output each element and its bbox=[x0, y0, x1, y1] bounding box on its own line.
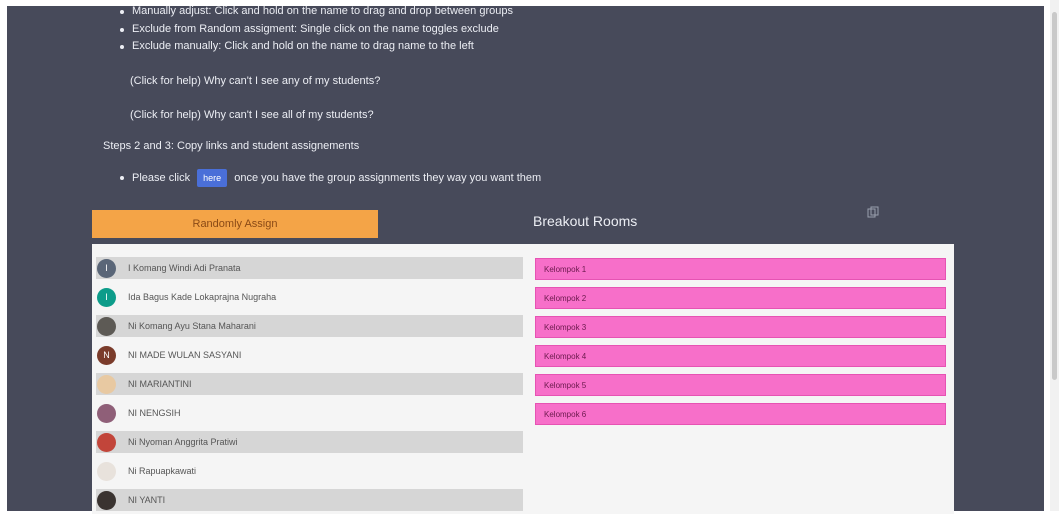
student-name: NI YANTI bbox=[128, 495, 166, 505]
instructions-list: Manually adjust: Click and hold on the n… bbox=[118, 3, 513, 56]
steps-heading: Steps 2 and 3: Copy links and student as… bbox=[103, 140, 360, 152]
student-row[interactable]: Ni Rapuapkawati bbox=[96, 460, 523, 482]
avatar: I bbox=[97, 258, 116, 278]
group-item-4[interactable]: Kelompok 4 bbox=[535, 345, 946, 367]
group-item-2[interactable]: Kelompok 2 bbox=[535, 287, 946, 309]
click-suffix: once you have the group assignments they… bbox=[234, 172, 542, 184]
group-item-1[interactable]: Kelompok 1 bbox=[535, 258, 946, 280]
student-name: Ni Nyoman Anggrita Pratiwi bbox=[128, 437, 238, 447]
student-row[interactable]: NI NENGSIH bbox=[96, 402, 523, 424]
breakout-rooms-title: Breakout Rooms bbox=[533, 213, 638, 229]
help-link-all-students[interactable]: (Click for help) Why can't I see all of … bbox=[130, 109, 374, 121]
instruction-manual-adjust: Manually adjust: Click and hold on the n… bbox=[118, 3, 513, 21]
click-prefix: Please click bbox=[132, 172, 191, 184]
student-name: Ida Bagus Kade Lokaprajna Nugraha bbox=[128, 292, 277, 302]
avatar: N bbox=[97, 345, 116, 365]
student-row[interactable]: I Ida Bagus Kade Lokaprajna Nugraha bbox=[96, 286, 523, 308]
student-row[interactable]: NI YANTI bbox=[96, 489, 523, 511]
copy-instruction-line: Please click here once you have the grou… bbox=[118, 168, 541, 188]
help-link-any-students[interactable]: (Click for help) Why can't I see any of … bbox=[130, 75, 380, 87]
avatar-photo bbox=[97, 432, 116, 452]
group-item-5[interactable]: Kelompok 5 bbox=[535, 374, 946, 396]
student-name: NI MARIANTINI bbox=[128, 379, 192, 389]
student-name: NI NENGSIH bbox=[128, 408, 181, 418]
student-row[interactable]: Ni Komang Ayu Stana Maharani bbox=[96, 315, 523, 337]
copy-icon[interactable] bbox=[867, 205, 879, 223]
avatar-photo bbox=[97, 490, 116, 510]
randomly-assign-button[interactable]: Randomly Assign bbox=[92, 210, 378, 238]
avatar-photo bbox=[97, 374, 116, 394]
avatar-photo bbox=[97, 316, 116, 336]
student-row[interactable]: I I Komang Windi Adi Pranata bbox=[96, 257, 523, 279]
student-row[interactable]: Ni Nyoman Anggrita Pratiwi bbox=[96, 431, 523, 453]
student-name: NI MADE WULAN SASYANI bbox=[128, 350, 242, 360]
group-item-6[interactable]: Kelompok 6 bbox=[535, 403, 946, 425]
group-item-3[interactable]: Kelompok 3 bbox=[535, 316, 946, 338]
here-button[interactable]: here bbox=[197, 169, 228, 188]
instruction-exclude-manual: Exclude manually: Click and hold on the … bbox=[118, 38, 513, 56]
avatar-photo bbox=[97, 403, 116, 423]
scrollbar-thumb[interactable] bbox=[1052, 12, 1057, 380]
avatar-photo bbox=[97, 461, 116, 481]
instruction-exclude-random: Exclude from Random assigment: Single cl… bbox=[118, 21, 513, 39]
student-name: Ni Rapuapkawati bbox=[128, 466, 197, 476]
student-name: Ni Komang Ayu Stana Maharani bbox=[128, 321, 256, 331]
student-row[interactable]: N NI MADE WULAN SASYANI bbox=[96, 344, 523, 366]
student-row[interactable]: NI MARIANTINI bbox=[96, 373, 523, 395]
avatar: I bbox=[97, 287, 116, 307]
student-name: I Komang Windi Adi Pranata bbox=[128, 263, 241, 273]
